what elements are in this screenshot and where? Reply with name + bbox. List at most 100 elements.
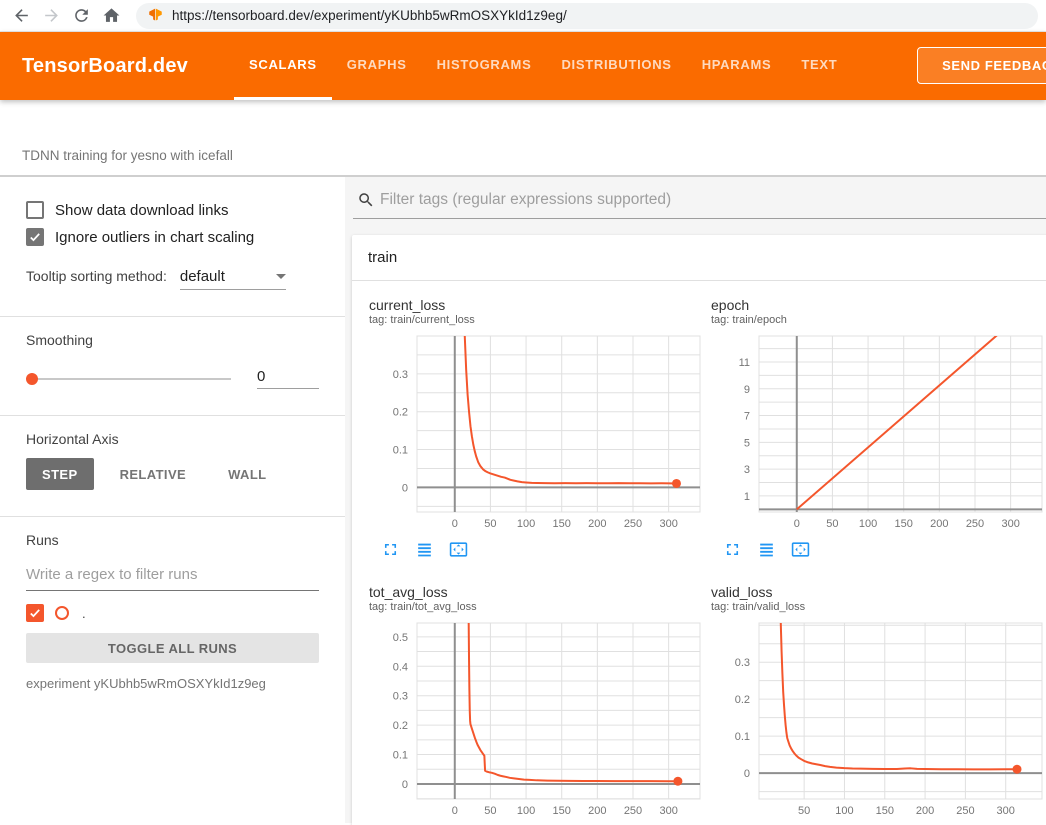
- svg-text:0.3: 0.3: [735, 657, 750, 669]
- chevron-down-icon: [276, 274, 286, 279]
- svg-text:300: 300: [659, 518, 677, 530]
- svg-text:0: 0: [402, 779, 408, 791]
- address-bar[interactable]: https://tensorboard.dev/experiment/yKUbh…: [136, 3, 1038, 29]
- checkbox-label: Show data download links: [55, 202, 228, 219]
- axis-step-button[interactable]: STEP: [26, 458, 94, 490]
- fullscreen-icon[interactable]: [381, 540, 400, 560]
- chart-plot[interactable]: 0501001502002503001357911: [711, 332, 1044, 531]
- divider: [0, 316, 345, 317]
- axis-relative-button[interactable]: RELATIVE: [104, 458, 203, 490]
- checkbox-unchecked-icon[interactable]: [26, 201, 44, 219]
- svg-text:250: 250: [966, 518, 984, 530]
- chart-title: valid_loss: [711, 584, 1044, 600]
- smoothing-slider-row: [26, 368, 319, 389]
- tab-hparams[interactable]: HPARAMS: [687, 32, 787, 100]
- axis-wall-button[interactable]: WALL: [212, 458, 282, 490]
- back-icon[interactable]: [6, 2, 36, 30]
- svg-text:0.3: 0.3: [393, 369, 408, 381]
- reload-icon[interactable]: [66, 2, 96, 30]
- chart-plot[interactable]: 5010015020025030000.10.20.3: [711, 619, 1044, 818]
- charts-grid: current_losstag: train/current_loss05010…: [352, 281, 1046, 825]
- tensorboard-favicon: [148, 8, 163, 23]
- train-section-header[interactable]: train: [352, 235, 1046, 281]
- chart-tag: tag: train/valid_loss: [711, 600, 1044, 615]
- svg-text:50: 50: [484, 518, 496, 530]
- tooltip-sorting-select[interactable]: default: [180, 268, 286, 290]
- smoothing-label: Smoothing: [26, 332, 319, 348]
- section-title: train: [368, 249, 397, 266]
- tab-text[interactable]: TEXT: [786, 32, 852, 100]
- svg-text:3: 3: [744, 464, 750, 476]
- svg-text:200: 200: [588, 805, 606, 817]
- toggle-all-runs-button[interactable]: TOGGLE ALL RUNS: [26, 633, 319, 663]
- fit-domain-icon[interactable]: [791, 540, 810, 560]
- send-feedback-button[interactable]: SEND FEEDBACK: [917, 47, 1046, 84]
- browser-toolbar: https://tensorboard.dev/experiment/yKUbh…: [0, 0, 1046, 32]
- tab-histograms[interactable]: HISTOGRAMS: [422, 32, 547, 100]
- chart-actions: [381, 540, 702, 560]
- chart-title: epoch: [711, 297, 1044, 313]
- home-icon[interactable]: [96, 2, 126, 30]
- expand-card-icon[interactable]: [757, 540, 776, 560]
- tab-distributions[interactable]: DISTRIBUTIONS: [546, 32, 686, 100]
- svg-text:50: 50: [484, 805, 496, 817]
- smoothing-slider-thumb[interactable]: [26, 373, 38, 385]
- chart-actions: [723, 540, 1044, 560]
- run-checkbox-icon[interactable]: [26, 604, 44, 622]
- run-row[interactable]: .: [26, 604, 319, 622]
- experiment-title: TDNN training for yesno with icefall: [22, 148, 233, 163]
- tooltip-sorting-value: default: [180, 268, 225, 285]
- fit-domain-icon[interactable]: [449, 540, 468, 560]
- svg-text:100: 100: [859, 518, 877, 530]
- chart-tag: tag: train/tot_avg_loss: [369, 600, 702, 615]
- svg-text:50: 50: [798, 805, 810, 817]
- forward-icon[interactable]: [36, 2, 66, 30]
- svg-text:7: 7: [744, 411, 750, 423]
- chart-title: current_loss: [369, 297, 702, 313]
- smoothing-value-input[interactable]: [257, 368, 319, 389]
- search-icon: [357, 191, 375, 209]
- main-content: train current_losstag: train/current_los…: [345, 177, 1046, 823]
- tab-graphs[interactable]: GRAPHS: [332, 32, 422, 100]
- svg-text:0: 0: [452, 805, 458, 817]
- svg-text:200: 200: [916, 805, 934, 817]
- svg-text:0.3: 0.3: [393, 691, 408, 703]
- chart-plot[interactable]: 05010015020025030000.10.20.30.40.5: [369, 619, 702, 818]
- tab-scalars[interactable]: SCALARS: [234, 32, 332, 100]
- settings-sidebar: Show data download links Ignore outliers…: [0, 177, 345, 823]
- scalar-chart-card: tot_avg_losstag: train/tot_avg_loss 0 50 10…: [369, 584, 702, 825]
- main-nav: SCALARS GRAPHS HISTOGRAMS DISTRIBUTIONS …: [234, 32, 852, 100]
- chart-tag: tag: train/epoch: [711, 313, 1044, 328]
- checkbox-checked-icon[interactable]: [26, 228, 44, 246]
- svg-text:150: 150: [553, 805, 571, 817]
- expand-card-icon[interactable]: [415, 540, 434, 560]
- tag-filter-input[interactable]: [380, 191, 1046, 209]
- url-text: https://tensorboard.dev/experiment/yKUbh…: [172, 8, 567, 23]
- run-color-swatch: [55, 606, 69, 620]
- runs-filter-input[interactable]: [26, 562, 319, 591]
- train-section-card: train current_losstag: train/current_los…: [352, 235, 1046, 825]
- tooltip-sorting-label: Tooltip sorting method:: [26, 268, 167, 284]
- svg-text:0.1: 0.1: [735, 731, 750, 743]
- smoothing-slider[interactable]: [32, 378, 231, 380]
- svg-text:300: 300: [1001, 518, 1019, 530]
- svg-text:1: 1: [744, 491, 750, 503]
- svg-text:0.1: 0.1: [393, 750, 408, 762]
- svg-text:50: 50: [826, 518, 838, 530]
- app-header: TensorBoard.dev SCALARS GRAPHS HISTOGRAM…: [0, 32, 1046, 100]
- svg-text:0: 0: [402, 482, 408, 494]
- svg-text:0.1: 0.1: [393, 445, 408, 457]
- ignore-outliers-checkbox-row[interactable]: Ignore outliers in chart scaling: [26, 228, 319, 246]
- fullscreen-icon[interactable]: [723, 540, 742, 560]
- svg-text:150: 150: [895, 518, 913, 530]
- tag-filter-row: [353, 185, 1046, 219]
- runs-label: Runs: [26, 532, 319, 548]
- app-logo[interactable]: TensorBoard.dev: [0, 55, 188, 78]
- chart-title: tot_avg_loss: [369, 584, 702, 600]
- show-download-links-checkbox-row[interactable]: Show data download links: [26, 201, 319, 219]
- svg-text:11: 11: [739, 357, 750, 369]
- run-name: .: [82, 606, 86, 621]
- svg-text:100: 100: [517, 805, 535, 817]
- svg-text:5: 5: [744, 437, 750, 449]
- chart-plot[interactable]: 05010015020025030000.10.20.3: [369, 332, 702, 531]
